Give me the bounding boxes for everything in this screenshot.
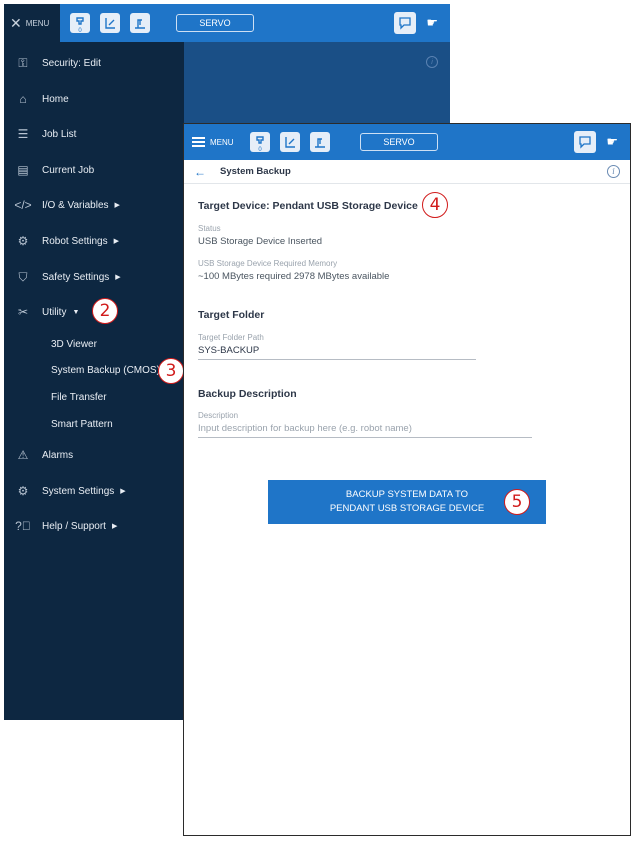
- warning-icon: ⚠: [17, 448, 29, 462]
- menu-item-safety-settings[interactable]: ⛉ Safety Settings ▶: [4, 262, 184, 292]
- job-counter-button[interactable]: 0: [250, 132, 270, 153]
- menu-item-job-list[interactable]: ☰ Job List: [4, 119, 184, 149]
- servo-button[interactable]: SERVO: [176, 14, 254, 32]
- message-button[interactable]: [394, 12, 417, 34]
- menu-close-button[interactable]: ✕ MENU: [4, 4, 60, 42]
- menu-item-home[interactable]: ⌂ Home: [4, 84, 184, 114]
- expand-arrow-icon: ▶: [115, 274, 121, 281]
- menu-item-label: Job List: [42, 128, 77, 140]
- shield-icon: ⛉: [18, 269, 28, 284]
- menu-item-label: Help / Support: [42, 520, 106, 532]
- description-underline: [198, 437, 532, 438]
- servo-button[interactable]: SERVO: [360, 133, 438, 151]
- message-icon: [399, 17, 411, 30]
- user-frame-button[interactable]: [130, 13, 150, 33]
- menu-label: MENU: [210, 137, 234, 147]
- folder-path-underline: [198, 359, 476, 360]
- menu-item-label: Safety Settings: [42, 271, 110, 283]
- menu-item-label: Home: [42, 93, 69, 105]
- gear-icon: ⚙: [17, 484, 29, 498]
- coordinate-icon: [105, 18, 115, 29]
- step-marker-4: 4: [422, 192, 448, 218]
- menu-item-robot-settings[interactable]: ⚙ Robot Settings ▶: [4, 226, 184, 256]
- menu-item-label: Current Job: [42, 164, 95, 176]
- status-label: Status: [198, 224, 221, 233]
- menu-label: MENU: [25, 18, 50, 28]
- collapse-arrow-icon: ▼: [72, 308, 80, 316]
- message-icon: [579, 136, 591, 149]
- key-icon: ⚿: [18, 55, 28, 70]
- robot-icon: ⚙: [17, 234, 29, 248]
- submenu-item-smart-pattern[interactable]: Smart Pattern: [51, 412, 113, 436]
- memory-label: USB Storage Device Required Memory: [198, 259, 338, 268]
- menu-button[interactable]: MENU: [184, 124, 246, 160]
- tools-icon: ✂: [17, 305, 29, 319]
- home-icon: ⌂: [19, 92, 27, 106]
- back-top-bar: ✕ MENU 0 SERVO ☛: [4, 4, 450, 42]
- backup-description-title: Backup Description: [198, 388, 297, 400]
- submenu-item-3d-viewer[interactable]: 3D Viewer: [51, 332, 97, 356]
- expand-arrow-icon: ▶: [114, 202, 120, 209]
- menu-item-label: Security: Edit: [42, 57, 101, 69]
- target-folder-title: Target Folder: [198, 309, 265, 321]
- expand-arrow-icon: ▶: [111, 523, 118, 530]
- code-icon: </>: [14, 198, 32, 212]
- menu-item-security[interactable]: ⚿ Security: Edit: [4, 48, 184, 78]
- submenu-item-system-backup[interactable]: System Backup (CMOS): [51, 358, 160, 382]
- menu-item-current-job[interactable]: ▤ Current Job: [4, 155, 184, 185]
- job-count: 0: [78, 28, 82, 34]
- menu-item-io-variables[interactable]: </> I/O & Variables ▶: [4, 190, 184, 220]
- menu-panel: ⚿ Security: Edit ⌂ Home ☰ Job List ▤ Cur…: [4, 42, 184, 720]
- memory-value: ~100 MBytes required 2978 MBytes availab…: [198, 271, 390, 282]
- coordinate-icon: [285, 137, 295, 148]
- hand-icon[interactable]: ☛: [606, 134, 618, 150]
- menu-item-label: I/O & Variables: [42, 199, 109, 211]
- document-icon: ▤: [17, 163, 29, 177]
- front-top-bar: MENU 0 SERVO ☛: [184, 124, 630, 160]
- user-frame-button[interactable]: [310, 132, 330, 152]
- page-title: System Backup: [220, 166, 291, 177]
- step-marker-2: 2: [92, 298, 118, 324]
- step-marker-3: 3: [158, 358, 184, 384]
- list-icon: ☰: [17, 127, 29, 141]
- back-arrow-icon[interactable]: ←: [194, 165, 212, 179]
- info-icon[interactable]: i: [426, 56, 438, 68]
- info-icon[interactable]: i: [607, 165, 620, 178]
- description-label: Description: [198, 411, 239, 420]
- folder-path-label: Target Folder Path: [198, 333, 264, 342]
- status-value: USB Storage Device Inserted: [198, 236, 323, 247]
- menu-item-alarms[interactable]: ⚠ Alarms: [4, 440, 184, 470]
- user-frame-icon: [315, 138, 325, 148]
- menu-item-label: System Settings: [42, 485, 115, 497]
- coordinate-button[interactable]: [100, 13, 120, 33]
- system-backup-window: MENU 0 SERVO ☛ ← System Backup i Target …: [183, 123, 631, 836]
- target-device-title: Target Device: Pendant USB Storage Devic…: [198, 200, 418, 212]
- menu-item-label: Alarms: [42, 449, 74, 461]
- hand-icon[interactable]: ☛: [426, 15, 438, 31]
- help-icon: ?⃝: [15, 519, 31, 533]
- menu-item-system-settings[interactable]: ⚙ System Settings ▶: [4, 476, 184, 506]
- expand-arrow-icon: ▶: [120, 488, 126, 495]
- user-frame-icon: [135, 19, 145, 29]
- description-input[interactable]: Input description for backup here (e.g. …: [198, 423, 412, 434]
- close-icon: ✕: [10, 14, 22, 31]
- folder-path-input[interactable]: SYS-BACKUP: [198, 345, 259, 356]
- submenu-item-file-transfer[interactable]: File Transfer: [51, 385, 107, 409]
- page-header: ← System Backup i: [184, 160, 630, 184]
- menu-item-label: Robot Settings: [42, 235, 108, 247]
- hamburger-icon: [192, 135, 205, 149]
- message-button[interactable]: [574, 131, 597, 153]
- job-count: 0: [258, 147, 262, 153]
- menu-item-help-support[interactable]: ?⃝ Help / Support ▶: [4, 511, 184, 541]
- menu-item-label: Utility: [42, 306, 67, 318]
- expand-arrow-icon: ▶: [113, 238, 119, 245]
- coordinate-button[interactable]: [280, 132, 300, 152]
- job-counter-button[interactable]: 0: [70, 13, 90, 34]
- step-marker-5: 5: [504, 489, 530, 515]
